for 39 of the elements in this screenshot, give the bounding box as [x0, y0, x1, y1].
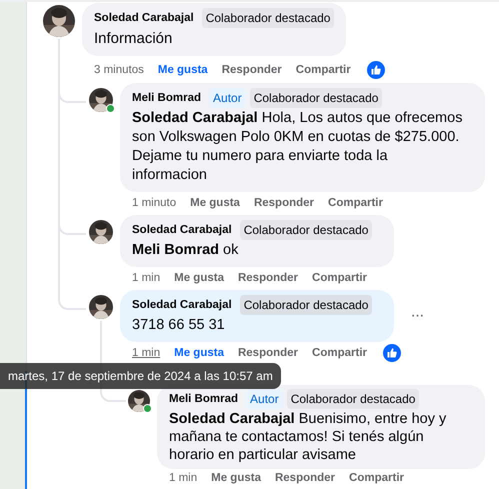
share-link[interactable]: Compartir: [312, 272, 367, 284]
reply-link[interactable]: Responder: [274, 472, 336, 484]
reply-link[interactable]: Responder: [254, 197, 314, 209]
contributor-badge: Colaborador destacado: [240, 220, 372, 240]
share-link[interactable]: Compartir: [349, 472, 404, 484]
comment-text: Soledad Carabajal Hola, Los autos que ofrecemos son Volkswagen Polo 0KM en cuotas de $275.000. Dejame tu numero para enviarte toda la informacion: [132, 109, 463, 185]
timestamp-link[interactable]: 1 min: [132, 272, 160, 284]
timestamp-tooltip: martes, 17 de septiembre de 2024 a las 10:57 am: [0, 363, 281, 389]
contributor-badge: Colaborador destacado: [250, 88, 382, 108]
like-link[interactable]: Me gusta: [158, 64, 208, 76]
contributor-badge: Colaborador destacado: [202, 8, 334, 28]
reply-link[interactable]: Responder: [238, 272, 298, 284]
contributor-badge: Colaborador destacado: [240, 295, 372, 315]
reply-link[interactable]: Responder: [222, 64, 282, 76]
comment-text: Información: [94, 29, 174, 49]
more-options-button[interactable]: ···: [406, 307, 428, 325]
timestamp-link[interactable]: 3 minutos: [94, 64, 144, 76]
share-link[interactable]: Compartir: [328, 197, 383, 209]
contributor-badge: Colaborador destacado: [286, 389, 420, 409]
like-link[interactable]: Me gusta: [190, 197, 240, 209]
author-name[interactable]: Soledad Carabajal: [132, 222, 232, 238]
like-link[interactable]: Me gusta: [174, 347, 224, 359]
author-name[interactable]: Soledad Carabajal: [94, 10, 194, 26]
comment-text: 3718 66 55 31: [132, 316, 226, 335]
timestamp-link[interactable]: 1 minuto: [132, 197, 176, 209]
share-link[interactable]: Compartir: [296, 64, 351, 76]
share-link[interactable]: Compartir: [312, 347, 367, 359]
author-name[interactable]: Meli Bomrad: [169, 391, 238, 407]
author-badge: Autor: [246, 389, 283, 409]
reply-link[interactable]: Responder: [238, 347, 298, 359]
like-link[interactable]: Me gusta: [211, 472, 261, 484]
comment-text: Meli Bomrad ok: [132, 241, 240, 260]
author-name[interactable]: Meli Bomrad: [132, 90, 202, 106]
timestamp-link[interactable]: 1 min: [169, 472, 198, 484]
timestamp-link[interactable]: 1 min: [132, 347, 160, 359]
like-link[interactable]: Me gusta: [174, 272, 224, 284]
author-badge: Autor: [209, 88, 246, 108]
comment-text: Soledad Carabajal Buenisimo, entre hoy y mañana te contactamos! Si tenés algún horario en particular avisame: [169, 410, 448, 464]
author-name[interactable]: Soledad Carabajal: [132, 297, 232, 313]
